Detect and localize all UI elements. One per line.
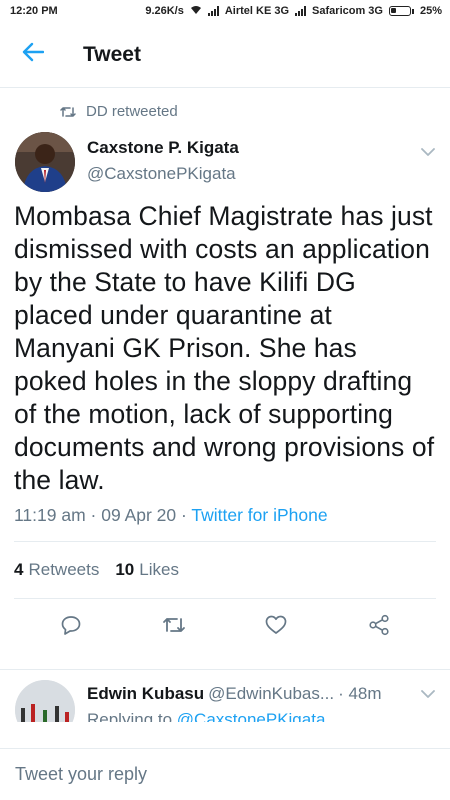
reply-composer xyxy=(0,748,450,800)
retweet-button[interactable] xyxy=(154,607,194,647)
battery-level: 25% xyxy=(419,5,442,17)
status-indicators: 9.26K/s Airtel KE 3G Safaricom 3G 25% xyxy=(145,5,442,18)
replying-to: Replying to @CaxstonePKigata xyxy=(87,710,435,722)
carrier-2: Safaricom 3G xyxy=(312,5,383,17)
battery-icon xyxy=(388,6,414,16)
share-button[interactable] xyxy=(359,607,399,647)
retweets-stat[interactable]: 4 Retweets xyxy=(14,560,99,580)
likes-stat[interactable]: 10 Likes xyxy=(115,560,179,580)
reply-author-name[interactable]: Edwin Kubasu xyxy=(87,684,204,704)
reply-input[interactable] xyxy=(15,764,435,785)
retweets-label: Retweets xyxy=(28,560,100,579)
chevron-down-icon[interactable] xyxy=(421,144,435,162)
reply-button[interactable] xyxy=(51,607,91,647)
reply-avatar[interactable] xyxy=(15,680,75,722)
tweet-timestamp: 11:19 am · 09 Apr 20 · xyxy=(14,505,192,525)
tweet-text: Mombasa Chief Magistrate has just dismis… xyxy=(14,201,435,495)
retweeted-by[interactable]: DD retweeted xyxy=(0,88,450,122)
author-handle[interactable]: @CaxstonePKigata xyxy=(87,164,239,184)
page-title: Tweet xyxy=(83,42,141,66)
replying-to-mention[interactable]: @CaxstonePKigata xyxy=(177,710,326,722)
author-name[interactable]: Caxstone P. Kigata xyxy=(87,138,239,158)
reply-author-handle[interactable]: @EdwinKubas... xyxy=(208,684,334,704)
retweet-icon xyxy=(60,106,76,118)
tweet-meta: 11:19 am · 09 Apr 20 · Twitter for iPhon… xyxy=(0,497,450,531)
carrier-1: Airtel KE 3G xyxy=(224,5,290,17)
reply-icon xyxy=(60,614,82,641)
back-button[interactable] xyxy=(13,35,53,75)
retweeted-by-label: DD retweeted xyxy=(86,103,178,120)
chevron-down-icon[interactable] xyxy=(421,689,435,699)
like-button[interactable] xyxy=(256,607,296,647)
reply-time: · 48m xyxy=(338,684,382,703)
top-app-bar: Tweet xyxy=(0,22,450,88)
wifi-icon xyxy=(190,5,202,18)
retweets-count: 4 xyxy=(14,560,24,579)
replying-to-prefix: Replying to xyxy=(87,710,177,722)
tweet-actions xyxy=(0,599,450,655)
likes-label: Likes xyxy=(139,560,179,579)
tweet-stats: 4 Retweets 10 Likes xyxy=(0,542,450,598)
share-icon xyxy=(368,614,390,641)
network-speed: 9.26K/s xyxy=(145,5,184,17)
status-time: 12:20 PM xyxy=(10,5,58,17)
likes-count: 10 xyxy=(115,560,135,579)
tweet-author: Caxstone P. Kigata @CaxstonePKigata xyxy=(0,122,450,192)
signal-icon-1 xyxy=(207,6,219,16)
arrow-left-icon xyxy=(22,42,45,67)
signal-icon-2 xyxy=(295,6,307,16)
retweet-icon xyxy=(162,616,186,639)
status-bar: 12:20 PM 9.26K/s Airtel KE 3G Safaricom … xyxy=(0,0,450,22)
heart-icon xyxy=(265,615,287,640)
reply-item[interactable]: Edwin Kubasu @EdwinKubas... · 48m Replyi… xyxy=(0,670,450,722)
author-avatar[interactable] xyxy=(15,132,75,192)
tweet-source-link[interactable]: Twitter for iPhone xyxy=(191,505,327,525)
